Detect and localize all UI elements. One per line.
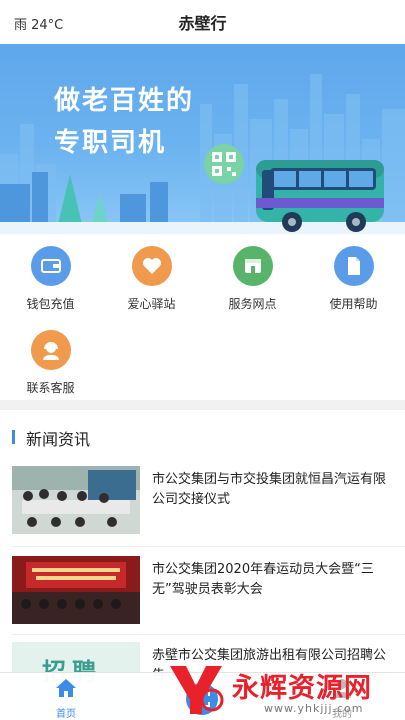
news-section-header: 新闻资讯 — [0, 410, 405, 462]
list-divider — [12, 546, 405, 547]
scan-icon — [194, 691, 210, 707]
news-title: 市公交集团2020年春运动员大会暨“三无”驾驶员表彰大会 — [152, 562, 374, 597]
promo-banner[interactable]: 做老百姓的 专职司机 — [0, 44, 405, 234]
document-icon — [333, 246, 374, 286]
news-item[interactable]: 市公交集团2020年春运动员大会暨“三无”驾驶员表彰大会 — [0, 552, 405, 636]
service-love-station[interactable]: 爱心驿站 — [101, 246, 202, 312]
service-help[interactable]: 使用帮助 — [303, 246, 404, 312]
service-label: 使用帮助 — [329, 297, 378, 311]
home-icon — [56, 679, 76, 697]
bus-icon — [256, 160, 384, 232]
banner-slogan-line2: 专职司机 — [54, 128, 167, 158]
banner-slogan-line1: 做老百姓的 — [54, 86, 195, 116]
customer-service-icon — [30, 330, 71, 370]
store-icon — [232, 246, 273, 286]
scan-ride-button[interactable] — [183, 680, 221, 718]
service-label: 钱包充值 — [26, 297, 75, 311]
top-bar: 雨 24°C 赤壁行 — [0, 0, 405, 44]
user-icon — [333, 679, 351, 698]
service-outlets[interactable]: 服务网点 — [202, 246, 303, 312]
app-title: 赤壁行 — [178, 14, 227, 33]
tab-mine[interactable]: 我的 — [302, 677, 382, 720]
service-grid: 钱包充值 爱心驿站 服务网点 使用帮助 联系客服 — [0, 234, 405, 400]
service-label: 联系客服 — [26, 381, 75, 395]
list-divider — [12, 634, 405, 635]
section-divider — [0, 400, 405, 410]
tab-home-label: 首页 — [56, 709, 76, 720]
tab-home[interactable]: 首页 — [26, 677, 106, 720]
service-label: 服务网点 — [228, 297, 277, 311]
heart-icon — [131, 246, 172, 286]
news-thumbnail — [12, 466, 140, 534]
news-section-title: 新闻资讯 — [26, 430, 91, 449]
service-customer-support[interactable]: 联系客服 — [0, 330, 101, 396]
service-label: 爱心驿站 — [127, 297, 176, 311]
news-thumbnail — [12, 556, 140, 624]
weather-status: 雨 24°C — [14, 18, 64, 33]
news-title: 市公交集团与市交投集团就恒昌汽运有限公司交接仪式 — [152, 472, 387, 507]
tab-mine-label: 我的 — [332, 709, 352, 720]
service-wallet-recharge[interactable]: 钱包充值 — [0, 246, 101, 312]
section-accent-bar — [12, 430, 15, 444]
wallet-icon — [30, 246, 71, 286]
news-item[interactable]: 市公交集团与市交投集团就恒昌汽运有限公司交接仪式 — [0, 462, 405, 546]
qr-code-icon — [204, 144, 244, 184]
